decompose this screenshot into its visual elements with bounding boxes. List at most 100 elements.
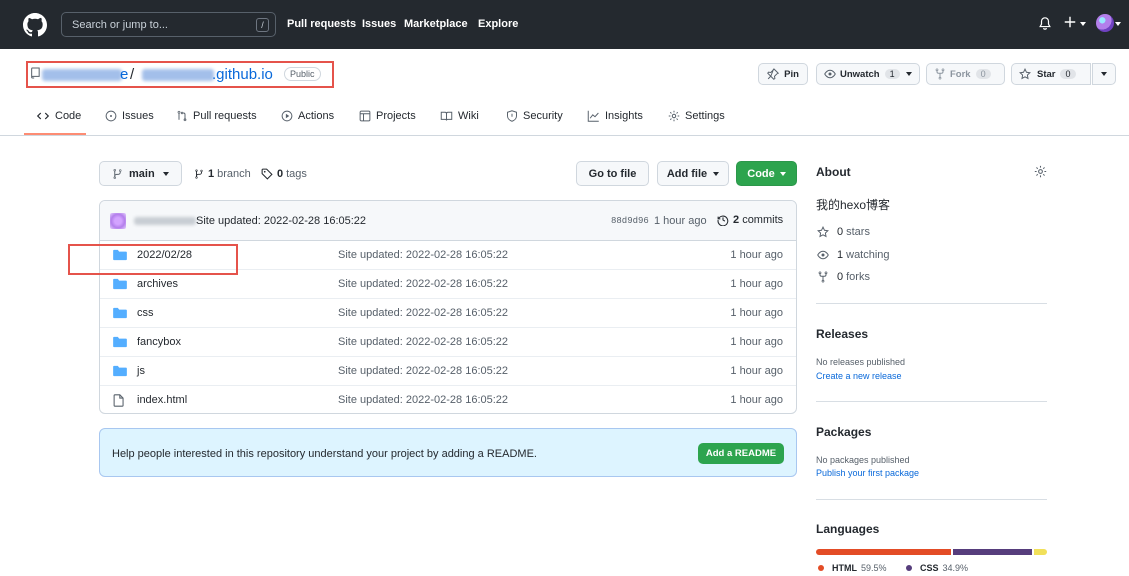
readme-banner: Help people interested in this repositor…	[99, 428, 797, 477]
nav-explore[interactable]: Explore	[478, 18, 518, 30]
language-bar-segment-html	[816, 549, 952, 555]
folder-icon	[113, 278, 127, 290]
publish-package-link[interactable]: Publish your first package	[816, 468, 919, 478]
language-percent: 34.9%	[942, 563, 969, 573]
go-to-file-button[interactable]: Go to file	[576, 161, 649, 186]
code-button[interactable]: Code	[736, 161, 797, 186]
file-browser: Site updated: 2022-02-28 16:05:22 88d9d9…	[99, 200, 797, 414]
pin-button[interactable]: Pin	[758, 63, 808, 85]
sidebar-divider	[816, 499, 1047, 500]
committer-avatar[interactable]	[110, 213, 126, 229]
add-file-button[interactable]: Add file	[657, 161, 729, 186]
tab-insights[interactable]: Insights	[587, 110, 643, 122]
tab-insights-label: Insights	[605, 110, 643, 122]
file-commit-message[interactable]: Site updated: 2022-02-28 16:05:22	[338, 336, 508, 348]
star-button[interactable]: Star 0	[1011, 63, 1091, 85]
code-button-label: Code	[747, 167, 775, 180]
file-row[interactable]: js Site updated: 2022-02-28 16:05:22 1 h…	[100, 357, 796, 386]
tab-projects-label: Projects	[376, 110, 416, 122]
releases-heading[interactable]: Releases	[816, 327, 868, 341]
packages-heading[interactable]: Packages	[816, 425, 871, 439]
tab-actions[interactable]: Actions	[281, 110, 334, 122]
watching-word: watching	[846, 249, 890, 261]
go-to-file-label: Go to file	[588, 167, 637, 180]
file-age: 1 hour ago	[730, 336, 783, 348]
file-name[interactable]: archives	[137, 278, 178, 290]
repo-title-annotation: e / .github.io Public	[26, 61, 334, 88]
forks-count: 0	[837, 271, 844, 283]
language-item-html[interactable]: HTML 59.5%	[818, 563, 887, 573]
nav-marketplace[interactable]: Marketplace	[404, 18, 468, 30]
file-name[interactable]: fancybox	[137, 336, 181, 348]
forks-link[interactable]: 0 forks	[817, 271, 870, 283]
nav-issues[interactable]: Issues	[362, 18, 396, 30]
star-count: 0	[1060, 69, 1076, 79]
repo-owner[interactable]: e	[120, 66, 128, 83]
forks-word: forks	[846, 271, 870, 283]
star-label: Star	[1037, 68, 1056, 80]
search-input[interactable]: Search or jump to... /	[61, 12, 276, 37]
branch-select-button[interactable]: main	[99, 161, 182, 186]
stars-link[interactable]: 0 stars	[817, 226, 870, 238]
tab-issues-label: Issues	[122, 110, 154, 122]
repo-name[interactable]: .github.io	[212, 66, 273, 83]
branches-link[interactable]: 1 branch	[194, 168, 251, 180]
file-name[interactable]: index.html	[137, 394, 187, 406]
unwatch-button[interactable]: Unwatch 1	[816, 63, 920, 85]
star-list-dropdown[interactable]	[1092, 63, 1116, 85]
redacted-committer	[134, 217, 196, 225]
file-commit-message[interactable]: Site updated: 2022-02-28 16:05:22	[338, 307, 508, 319]
tab-settings[interactable]: Settings	[668, 110, 725, 122]
branch-word: branch	[217, 168, 251, 180]
commits-link[interactable]: 2 commits	[717, 214, 783, 226]
add-file-label: Add file	[666, 167, 708, 180]
user-avatar[interactable]	[1096, 14, 1114, 32]
global-header: Search or jump to... / Pull requests Iss…	[0, 0, 1129, 49]
fork-count: 0	[975, 69, 991, 79]
unwatch-caret-icon	[905, 72, 912, 76]
file-row[interactable]: css Site updated: 2022-02-28 16:05:22 1 …	[100, 299, 796, 328]
commit-sha[interactable]: 88d9d96	[611, 216, 649, 226]
language-name: HTML	[832, 563, 857, 573]
commit-time: 1 hour ago	[654, 215, 707, 227]
file-commit-message[interactable]: Site updated: 2022-02-28 16:05:22	[338, 365, 508, 377]
file-age: 1 hour ago	[730, 249, 783, 261]
create-caret-icon[interactable]	[1080, 22, 1086, 26]
tab-code[interactable]: Code	[36, 110, 81, 122]
tab-security[interactable]: Security	[506, 110, 563, 122]
file-commit-message[interactable]: Site updated: 2022-02-28 16:05:22	[338, 278, 508, 290]
bell-icon[interactable]	[1038, 16, 1052, 31]
file-name[interactable]: js	[137, 365, 145, 377]
redacted-owner	[42, 69, 122, 81]
watchers-link[interactable]: 1 watching	[817, 249, 890, 261]
branch-caret-icon	[162, 171, 169, 176]
file-icon	[113, 394, 125, 407]
file-commit-message[interactable]: Site updated: 2022-02-28 16:05:22	[338, 394, 508, 406]
add-readme-button[interactable]: Add a README	[698, 443, 784, 464]
add-readme-label: Add a README	[705, 448, 777, 459]
tab-issues[interactable]: Issues	[105, 110, 154, 122]
tab-pull-requests[interactable]: Pull requests	[176, 110, 257, 122]
github-logo-icon[interactable]	[23, 13, 47, 37]
latest-commit-message[interactable]: Site updated: 2022-02-28 16:05:22	[196, 215, 366, 227]
tab-projects[interactable]: Projects	[359, 110, 416, 122]
file-age: 1 hour ago	[730, 278, 783, 290]
tags-link[interactable]: 0 tags	[261, 168, 307, 180]
tab-wiki[interactable]: Wiki	[440, 110, 479, 122]
latest-commit-bar: Site updated: 2022-02-28 16:05:22 88d9d9…	[100, 201, 796, 241]
language-item-css[interactable]: CSS 34.9%	[906, 563, 968, 573]
nav-pull-requests[interactable]: Pull requests	[287, 18, 356, 30]
tab-code-label: Code	[55, 110, 82, 122]
file-row[interactable]: fancybox Site updated: 2022-02-28 16:05:…	[100, 328, 796, 357]
plus-icon[interactable]	[1063, 15, 1077, 29]
folder-icon	[113, 336, 127, 348]
gear-icon[interactable]	[1034, 165, 1047, 178]
user-menu-caret-icon[interactable]	[1115, 22, 1121, 26]
file-commit-message[interactable]: Site updated: 2022-02-28 16:05:22	[338, 249, 508, 261]
create-release-link[interactable]: Create a new release	[816, 371, 902, 381]
file-row[interactable]: index.html Site updated: 2022-02-28 16:0…	[100, 386, 796, 413]
language-percent: 59.5%	[861, 563, 887, 573]
repo-icon	[30, 67, 40, 79]
fork-button[interactable]: Fork 0	[926, 63, 1005, 85]
file-name[interactable]: css	[137, 307, 154, 319]
